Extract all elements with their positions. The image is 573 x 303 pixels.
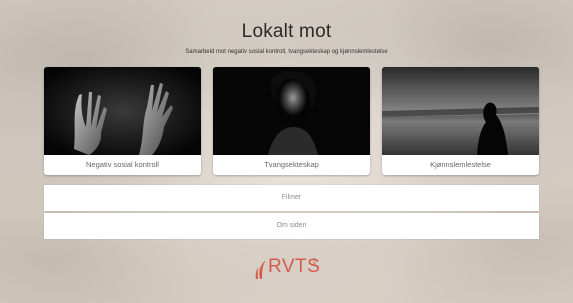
card-label: Tvangsekteskap xyxy=(264,160,319,169)
card-tvangsekteskap[interactable]: Tvangsekteskap xyxy=(213,67,370,175)
rvts-logo: RVTS SØR xyxy=(250,255,320,281)
hands-photo xyxy=(44,67,201,155)
page-title: Lokalt mot xyxy=(241,21,332,42)
card-label: Kjønnslemlestelse xyxy=(430,160,491,169)
card-kjonnslemlestelse[interactable]: Kjønnslemlestelse xyxy=(382,67,539,175)
card-negativ-sosial-kontroll[interactable]: Negativ sosial kontroll xyxy=(44,67,201,175)
page-subtitle: Samarbeid mot negativ sosial kontroll, t… xyxy=(185,49,388,55)
about-button[interactable]: Om siden xyxy=(44,213,539,239)
films-button[interactable]: Filmer xyxy=(44,185,539,211)
card-label: Negativ sosial kontroll xyxy=(86,160,159,169)
topic-cards: Negativ sosial kontroll Tvangsekteskap K… xyxy=(44,67,539,177)
lake-silhouette-photo xyxy=(382,67,539,155)
page-frame: Lokalt mot Samarbeid mot negativ sosial … xyxy=(7,7,566,297)
leaf-icon xyxy=(255,260,266,279)
logo-subtext: SØR xyxy=(312,258,316,266)
face-photo xyxy=(213,67,370,155)
